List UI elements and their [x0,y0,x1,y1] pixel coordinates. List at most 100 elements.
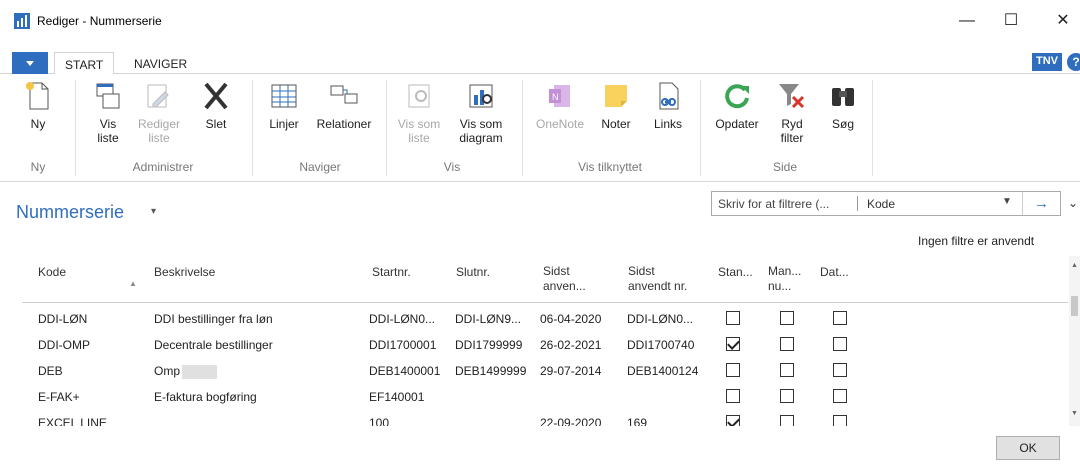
filter-input[interactable]: Skriv for at filtrere (... [718,197,829,211]
scrollbar-thumb[interactable] [1071,296,1078,316]
column-header-dato-orden[interactable]: Dat... [820,265,849,280]
dialog-footer: OK [0,426,1080,466]
table-row[interactable]: DEB Omp DEB1400001 DEB1499999 29-07-2014… [0,358,1070,384]
cell-startnr: DEB1400001 [369,364,441,378]
scroll-down-icon[interactable]: ▼ [1071,410,1078,417]
ryd-filter-button[interactable]: Ryd filter [772,80,812,145]
vis-som-diagram-button[interactable]: Vis som diagram [452,80,510,145]
noter-button[interactable]: Noter [596,80,636,131]
column-header-kode[interactable]: Kode [38,265,66,280]
checkbox-dato[interactable] [833,389,847,403]
tab-start[interactable]: START [54,52,115,75]
noter-label: Noter [601,117,631,131]
checkbox-standard[interactable] [726,389,740,403]
cell-beskrivelse: E-faktura bogføring [154,390,257,404]
binoculars-icon [832,88,854,106]
checkbox-standard[interactable] [726,415,740,426]
checkbox-dato[interactable] [833,363,847,377]
checkbox-dato[interactable] [833,337,847,351]
checkbox-manuelle[interactable] [780,415,794,426]
group-separator [700,80,701,176]
column-header-sidst-anvendt[interactable]: Sidst anven... [543,264,586,294]
column-header-sidst-anvendt-nr[interactable]: Sidst anvendt nr. [628,264,687,294]
chevron-down-icon[interactable]: ▾ [151,206,156,217]
group-label-vis-tilknyttet: Vis tilknyttet [578,160,642,174]
checkbox-standard[interactable] [726,363,740,377]
group-separator [872,80,873,176]
checkbox-standard[interactable] [726,337,740,351]
chevron-down-icon[interactable]: ⌄ [1068,196,1078,210]
window-title: Rediger - Nummerserie [37,14,162,28]
edit-list-icon [147,84,169,108]
cell-sidst-dato: 29-07-2014 [540,364,602,378]
scroll-up-icon[interactable]: ▲ [1071,262,1078,269]
filter-field-selector[interactable]: Kode [867,197,895,211]
soeg-label: Søg [831,117,854,131]
ny-button[interactable]: Ny [18,80,58,131]
linjer-button[interactable]: Linjer [264,80,304,131]
user-badge[interactable]: TNV [1032,53,1062,71]
table-row[interactable]: E-FAK+ E-faktura bogføring EF140001 [0,384,1070,410]
checkbox-dato[interactable] [833,415,847,426]
group-label-ny: Ny [30,160,46,174]
table-row[interactable]: DDI-OMP Decentrale bestillinger DDI17000… [0,332,1070,358]
cell-slutnr: DDI-LØN9... [455,312,522,326]
rediger-liste-button[interactable]: Rediger liste [136,80,182,145]
column-header-standard[interactable]: Stan... [718,265,753,280]
checkbox-manuelle[interactable] [780,311,794,325]
group-label-side: Side [772,160,798,174]
chart-icon [469,84,493,108]
column-header-manuelle-numre[interactable]: Man... nu... [768,264,801,294]
checkbox-dato[interactable] [833,311,847,325]
close-button[interactable]: ✕ [1048,8,1078,34]
header-divider [22,302,1068,303]
ny-label: Ny [30,117,46,131]
opdater-button[interactable]: Opdater [710,80,764,131]
cell-kode: DDI-LØN [38,312,88,326]
slet-button[interactable]: Slet [198,80,234,131]
cell-startnr: 100 [369,416,390,426]
checkbox-manuelle[interactable] [780,363,794,377]
rediger-liste-label: Rediger liste [137,117,181,145]
slet-label: Slet [205,117,227,131]
help-icon[interactable]: ? [1067,53,1080,71]
page-title[interactable]: Nummerserie [16,202,124,223]
table-row[interactable]: DDI-LØN DDI bestillinger fra løn DDI-LØN… [0,306,1070,332]
refresh-icon [725,84,749,109]
column-header-beskrivelse[interactable]: Beskrivelse [154,265,215,280]
cell-sidst-dato: 06-04-2020 [540,312,602,326]
relationer-button[interactable]: Relationer [312,80,376,131]
minimize-button[interactable]: — [952,8,982,34]
maximize-button[interactable]: ☐ [996,8,1026,34]
checkbox-manuelle[interactable] [780,337,794,351]
table-row[interactable]: EXCEL LINE 100 22-09-2020 169 [0,410,1070,426]
checkbox-standard[interactable] [726,311,740,325]
links-button[interactable]: Links [648,80,688,131]
vis-som-liste-button[interactable]: Vis som liste [394,80,444,145]
relationer-label: Relationer [316,117,372,131]
vis-liste-button[interactable]: Vis liste [88,80,128,145]
lines-grid-icon [271,84,297,108]
tab-naviger[interactable]: NAVIGER [124,52,197,75]
application-menu-button[interactable] [12,52,48,74]
cell-beskrivelse: Omp [154,364,218,379]
onenote-button[interactable]: N OneNote [532,80,588,131]
data-grid: Kode ▲ Beskrivelse Startnr. Slutnr. Sids… [0,256,1070,426]
soeg-button[interactable]: Søg [826,80,860,131]
cell-slutnr: DEB1499999 [455,364,527,378]
linjer-label: Linjer [269,117,299,131]
vis-liste-label: Vis liste [97,117,119,145]
ribbon-tabbar: START NAVIGER TNV ? [0,42,1080,75]
group-separator [386,80,387,176]
cell-sidst-nr: 169 [627,416,648,426]
column-header-startnr[interactable]: Startnr. [372,265,411,280]
chevron-down-icon[interactable]: ▼ [1002,196,1012,207]
vertical-scrollbar[interactable]: ▲ ▼ [1069,256,1080,426]
view-as-list-icon [408,84,430,108]
ok-button[interactable]: OK [996,436,1060,460]
notes-icon [605,85,627,107]
column-header-slutnr[interactable]: Slutnr. [456,265,490,280]
arrow-right-icon[interactable]: → [1022,192,1060,215]
checkbox-manuelle[interactable] [780,389,794,403]
onenote-icon: N [549,85,570,107]
